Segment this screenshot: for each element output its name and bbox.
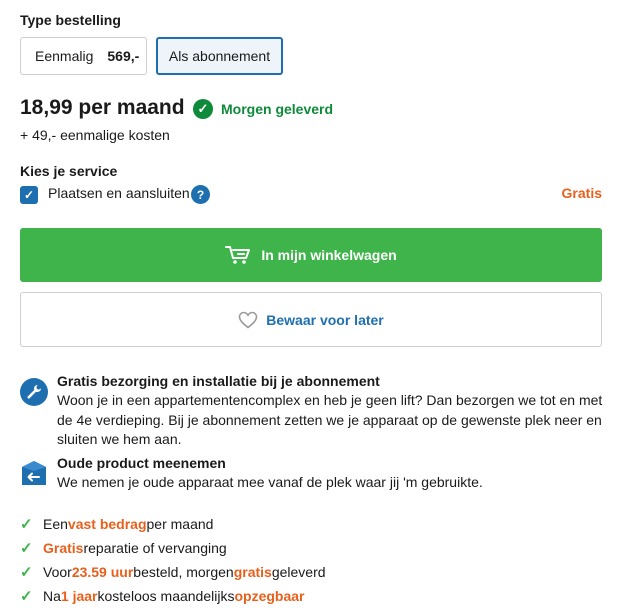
usp-text: kosteloos maandelijks <box>97 588 235 604</box>
service-title: Kies je service <box>20 163 118 179</box>
add-to-cart-button[interactable]: In mijn winkelwagen <box>20 228 602 282</box>
service-checkbox[interactable]: ✓ <box>20 186 38 204</box>
return-box-icon <box>20 459 48 487</box>
order-type-title: Type bestelling <box>20 12 121 28</box>
feature-title: Gratis bezorging en installatie bij je a… <box>57 373 380 389</box>
cart-icon <box>225 246 251 264</box>
one-time-costs: + 49,- eenmalige kosten <box>20 127 170 143</box>
heart-icon <box>238 311 258 329</box>
one-time-price: 569,- <box>107 48 140 64</box>
usp-text: Na <box>43 588 61 604</box>
monthly-price: 18,99 per maand <box>20 96 185 119</box>
usp-highlight: 23.59 uur <box>71 564 134 580</box>
usp-highlight: vast bedrag <box>67 516 147 532</box>
wrench-icon <box>20 378 48 406</box>
usp-item: ✓ Na 1 jaar kosteloos maandelijks opzegb… <box>20 587 304 605</box>
usp-text: Voor <box>43 564 72 580</box>
usp-text: besteld, morgen <box>133 564 234 580</box>
usp-item: ✓ Voor 23.59 uur besteld, morgen gratis … <box>20 563 326 581</box>
usp-item: ✓ Gratis reparatie of vervanging <box>20 539 227 557</box>
usp-text: geleverd <box>271 564 326 580</box>
usp-text: reparatie of vervanging <box>83 540 227 556</box>
check-circle-icon: ✓ <box>193 99 213 119</box>
subscription-option[interactable]: Als abonnement <box>156 37 283 75</box>
service-price: Gratis <box>561 185 602 201</box>
check-icon: ✓ <box>20 564 33 581</box>
usp-text: Een <box>43 516 68 532</box>
usp-text: per maand <box>146 516 214 532</box>
subscription-label: Als abonnement <box>168 48 271 64</box>
usp-highlight: Gratis <box>43 540 84 556</box>
check-icon: ✓ <box>20 540 33 557</box>
add-to-cart-label: In mijn winkelwagen <box>261 247 397 263</box>
usp-item: ✓ Een vast bedrag per maand <box>20 515 213 533</box>
save-for-later-label: Bewaar voor later <box>266 311 384 328</box>
usp-highlight: gratis <box>233 564 272 580</box>
usp-highlight: 1 jaar <box>60 588 98 604</box>
check-icon: ✓ <box>20 588 33 605</box>
usp-highlight: opzegbaar <box>234 588 305 604</box>
feature-title: Oude product meenemen <box>57 455 226 471</box>
delivery-status: Morgen geleverd <box>221 101 334 117</box>
feature-text: We nemen je oude apparaat mee vanaf de p… <box>57 474 483 490</box>
one-time-option[interactable]: Eenmalig 569,- <box>20 37 147 75</box>
check-icon: ✓ <box>20 516 33 533</box>
save-for-later-button[interactable]: Bewaar voor later <box>20 292 602 347</box>
help-icon[interactable]: ? <box>191 185 210 204</box>
feature-text: Woon je in een appartementencomplex en h… <box>57 392 603 447</box>
service-option-label[interactable]: Plaatsen en aansluiten <box>48 185 190 201</box>
one-time-label: Eenmalig <box>35 48 94 64</box>
